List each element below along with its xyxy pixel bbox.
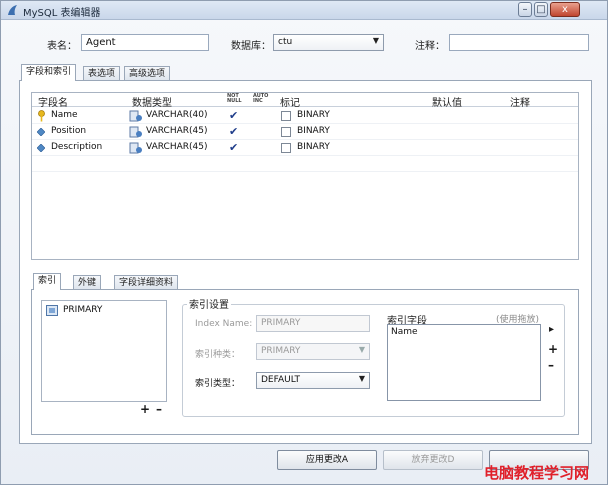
field-type: VARCHAR(40)	[146, 110, 208, 120]
chevron-down-icon: ▼	[358, 345, 365, 354]
header-not-null: NOT NULL	[227, 93, 242, 104]
key-icon	[38, 110, 45, 122]
move-right-icon[interactable]: ▸	[549, 324, 554, 335]
header-default: 默认值	[432, 98, 462, 109]
binary-checkbox[interactable]	[281, 143, 291, 153]
index-name-label: Index Name:	[195, 319, 253, 329]
binary-label: BINARY	[297, 126, 330, 136]
tab-foreign-keys[interactable]: 外键	[73, 275, 102, 290]
table-row[interactable]: Name VARCHAR(40) ✔ BINARY	[32, 108, 578, 124]
database-select[interactable]: ctu ▼	[273, 34, 384, 51]
header-auto-inc: AUTO INC	[253, 93, 269, 104]
tab-fields-indexes[interactable]: 字段和索引	[21, 64, 77, 81]
index-type-select[interactable]: DEFAULT ▼	[256, 372, 370, 389]
binary-label: BINARY	[297, 142, 330, 152]
table-editor-window: MySQL 表编辑器 – □ x 表名： Agent 数据库： ctu ▼ 注释…	[0, 0, 608, 485]
index-item[interactable]: PRIMARY	[63, 305, 102, 315]
header-data-type: 数据类型	[132, 98, 172, 109]
index-kind-select[interactable]: PRIMARY ▼	[256, 343, 370, 360]
field-name: Description	[51, 142, 103, 152]
chevron-down-icon: ▼	[372, 36, 379, 45]
index-type-value: DEFAULT	[261, 375, 300, 385]
table-row[interactable]: Description VARCHAR(45) ✔ BINARY	[32, 140, 578, 156]
header-flags: 标记	[280, 98, 300, 109]
database-value: ctu	[278, 37, 293, 47]
index-kind-value: PRIMARY	[261, 346, 301, 356]
index-name-input[interactable]: PRIMARY	[256, 315, 370, 332]
field-name: Name	[51, 110, 78, 120]
not-null-check[interactable]: ✔	[229, 109, 238, 122]
chevron-down-icon: ▼	[358, 374, 365, 383]
index-list[interactable]: PRIMARY	[41, 300, 167, 402]
database-label: 数据库：	[231, 41, 271, 52]
index-field-item[interactable]: Name	[391, 327, 418, 337]
comment-label: 注释：	[415, 41, 445, 52]
binary-checkbox[interactable]	[281, 127, 291, 137]
comment-input[interactable]	[449, 34, 589, 51]
diamond-icon	[37, 144, 45, 152]
add-index-button[interactable]: +	[140, 402, 150, 416]
datatype-icon	[129, 110, 142, 122]
binary-label: BINARY	[297, 110, 330, 120]
remove-field-button[interactable]: –	[548, 358, 554, 372]
window-title: MySQL 表编辑器	[23, 8, 101, 19]
title-bar: MySQL 表编辑器 – □ x	[1, 1, 607, 20]
tab-field-details[interactable]: 字段详细资料	[114, 275, 179, 290]
maximize-button[interactable]: □	[534, 2, 548, 17]
fields-grid: 字段名 数据类型 NOT NULL AUTO INC 标记 默认值 注释 Nam…	[31, 92, 579, 260]
field-name: Position	[51, 126, 87, 136]
datatype-icon	[129, 126, 142, 138]
close-button[interactable]: x	[550, 2, 580, 17]
table-row[interactable]: Position VARCHAR(45) ✔ BINARY	[32, 124, 578, 140]
table-name-label: 表名：	[47, 41, 77, 52]
index-fields-list[interactable]: Name	[387, 324, 541, 401]
table-name-input[interactable]: Agent	[81, 34, 209, 51]
index-settings-title: 索引设置	[187, 296, 231, 311]
mysql-dolphin-icon	[8, 5, 17, 15]
table-row-empty[interactable]	[32, 156, 578, 172]
watermark-text: 电脑教程学习网	[484, 464, 590, 482]
tab-advanced-options[interactable]: 高级选项	[124, 66, 171, 81]
remove-index-button[interactable]: –	[156, 402, 162, 416]
index-icon	[46, 305, 58, 316]
minimize-button[interactable]: –	[518, 2, 532, 17]
field-type: VARCHAR(45)	[146, 142, 208, 152]
tab-indexes[interactable]: 索引	[33, 273, 62, 290]
index-kind-label: 索引种类：	[195, 350, 241, 360]
binary-checkbox[interactable]	[281, 111, 291, 121]
add-field-button[interactable]: +	[548, 342, 558, 356]
field-type: VARCHAR(45)	[146, 126, 208, 136]
not-null-check[interactable]: ✔	[229, 141, 238, 154]
header-field-name: 字段名	[38, 98, 68, 109]
apply-changes-button[interactable]: 应用更改A	[277, 450, 377, 470]
tab-table-options[interactable]: 表选项	[83, 66, 121, 81]
diamond-icon	[37, 128, 45, 136]
datatype-icon	[129, 142, 142, 154]
discard-changes-button[interactable]: 放弃更改D	[383, 450, 483, 470]
header-comment: 注释	[510, 98, 530, 109]
not-null-check[interactable]: ✔	[229, 125, 238, 138]
index-type-label: 索引类型：	[195, 379, 241, 389]
grid-header: 字段名 数据类型 NOT NULL AUTO INC 标记 默认值 注释	[32, 93, 578, 109]
